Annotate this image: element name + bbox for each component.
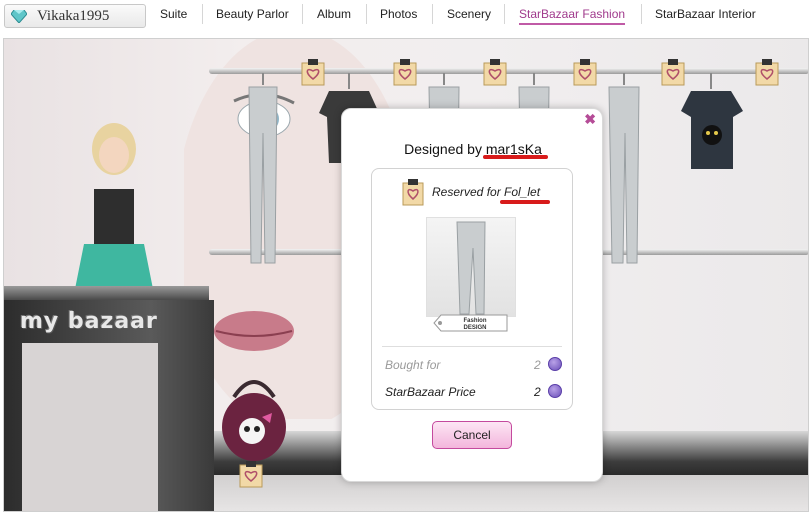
heart-tag-icon[interactable] [232, 461, 268, 491]
nav-suite[interactable]: Suite [160, 7, 187, 25]
card-divider [382, 346, 562, 347]
designed-by-text: Designed by mar1sKa [342, 141, 604, 157]
item-thumbnail [426, 217, 516, 317]
heart-tag-icon[interactable] [654, 59, 690, 89]
nav-beauty-parlor[interactable]: Beauty Parlor [216, 7, 289, 25]
leggings-item[interactable] [608, 73, 640, 264]
reserved-prefix: Reserved for [432, 185, 505, 199]
heart-tag-icon[interactable] [386, 59, 422, 89]
reserved-underline [500, 200, 550, 204]
heart-tag-icon [402, 179, 424, 206]
price-value: 2 [534, 385, 541, 399]
reserved-user[interactable]: Fol_let [504, 185, 540, 199]
nav-starbazaar-fashion[interactable]: StarBazaar Fashion [519, 7, 626, 25]
heart-tag-icon[interactable] [566, 59, 602, 89]
nav-divider [302, 4, 303, 24]
cancel-button[interactable]: Cancel [432, 421, 512, 449]
bought-for-value: 2 [534, 358, 541, 372]
nav-divider [641, 4, 642, 24]
coin-icon [548, 357, 562, 371]
my-bazaar-label: my bazaar [20, 309, 158, 334]
counter-window [22, 343, 158, 511]
close-icon[interactable]: ✖ [584, 111, 596, 128]
nav-scenery[interactable]: Scenery [447, 7, 491, 25]
coin-icon [548, 384, 562, 398]
heart-tag-icon[interactable] [476, 59, 512, 89]
counter-top [4, 286, 209, 300]
nav-divider [366, 4, 367, 24]
leggings-preview [456, 221, 486, 315]
heart-tag-icon[interactable] [294, 59, 330, 89]
top-navigation: Vikaka1995 Suite Beauty Parlor Album Pho… [0, 0, 810, 32]
designed-by-prefix: Designed by [404, 141, 486, 157]
cat-shirt-item[interactable] [681, 73, 743, 169]
gem-icon [11, 10, 27, 23]
user-name: Vikaka1995 [37, 8, 110, 24]
nav-divider [202, 4, 203, 24]
nav-photos[interactable]: Photos [380, 7, 417, 25]
price-label: StarBazaar Price [385, 385, 476, 399]
designer-underline [483, 155, 548, 159]
nav-divider [432, 4, 433, 24]
handbag-item[interactable] [218, 367, 290, 463]
heart-tag-icon[interactable] [748, 59, 784, 89]
user-name-box[interactable]: Vikaka1995 [4, 4, 146, 28]
nav-starbazaar-interior[interactable]: StarBazaar Interior [655, 7, 756, 25]
bought-for-label: Bought for [385, 358, 441, 372]
nav-album[interactable]: Album [317, 7, 351, 25]
reserved-for-text: Reserved for Fol_let [432, 185, 540, 199]
nav-divider [504, 4, 505, 24]
leggings-item[interactable] [248, 73, 278, 264]
fashion-design-tag-text: Fashion DESIGN [463, 318, 487, 331]
